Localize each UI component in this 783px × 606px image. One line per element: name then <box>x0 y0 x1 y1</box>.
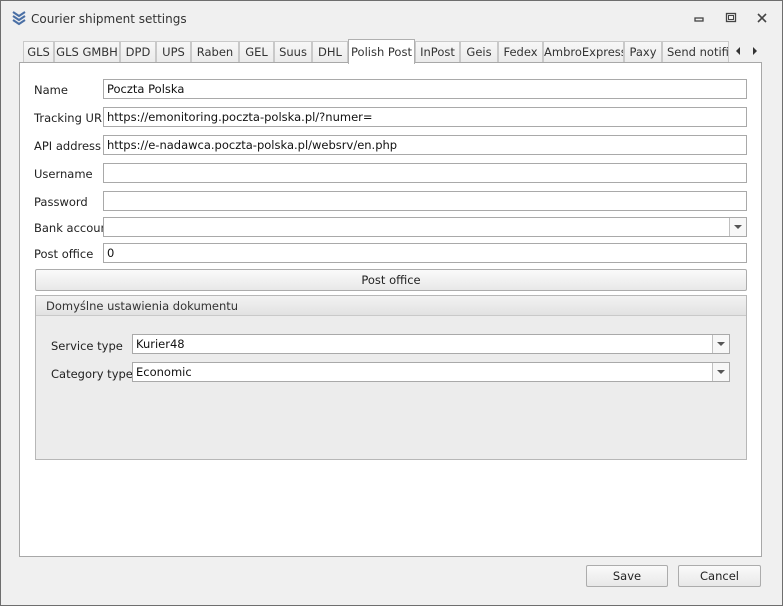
close-icon[interactable] <box>754 10 770 26</box>
tab-suus[interactable]: Suus <box>274 41 312 62</box>
tab-raben[interactable]: Raben <box>191 41 239 62</box>
chevron-down-icon[interactable] <box>729 218 746 236</box>
courier-tabstrip: GLS GLS GMBH DPD UPS Raben GEL Suus DHL … <box>19 39 764 64</box>
title-bar: Courier shipment settings <box>1 1 782 35</box>
tab-gls-gmbh[interactable]: GLS GMBH <box>54 41 120 62</box>
username-label: Username <box>34 167 93 181</box>
group-header: Domyślne ustawienia dokumentu <box>36 296 746 316</box>
name-field[interactable]: Poczta Polska <box>103 79 747 99</box>
tracking-url-field[interactable]: https://emonitoring.poczta-polska.pl/?nu… <box>103 107 747 127</box>
app-logo-icon <box>11 10 27 26</box>
service-type-value: Kurier48 <box>136 337 185 351</box>
tab-dhl[interactable]: DHL <box>312 41 348 62</box>
cancel-button[interactable]: Cancel <box>678 565 761 587</box>
service-type-label: Service type <box>51 339 123 353</box>
password-field[interactable] <box>103 191 747 211</box>
service-type-dropdown[interactable]: Kurier48 <box>132 334 730 354</box>
tab-fedex[interactable]: Fedex <box>498 41 543 62</box>
tab-scroll-right-icon[interactable] <box>750 44 760 58</box>
tab-paxy[interactable]: Paxy <box>624 41 662 62</box>
tab-ambroexpress[interactable]: AmbroExpress <box>543 41 624 62</box>
name-label: Name <box>34 83 68 97</box>
api-address-label: API address <box>34 139 102 153</box>
api-address-field[interactable]: https://e-nadawca.poczta-polska.pl/websr… <box>103 135 747 155</box>
post-office-field[interactable]: 0 <box>103 243 747 263</box>
tab-scroll-left-icon[interactable] <box>733 44 743 58</box>
bank-account-dropdown[interactable] <box>103 217 747 237</box>
window-title: Courier shipment settings <box>31 12 187 26</box>
tab-ups[interactable]: UPS <box>156 41 191 62</box>
tab-content-panel: Name Poczta Polska Tracking URL https://… <box>19 62 762 557</box>
tab-polish-post[interactable]: Polish Post <box>348 39 415 64</box>
tab-geis[interactable]: Geis <box>460 41 498 62</box>
save-button[interactable]: Save <box>586 565 668 587</box>
tab-gls[interactable]: GLS <box>23 41 54 62</box>
post-office-label: Post office <box>34 247 94 261</box>
category-type-value: Economic <box>136 365 192 379</box>
tracking-url-label: Tracking URL <box>34 111 109 125</box>
password-label: Password <box>34 195 88 209</box>
username-field[interactable] <box>103 163 747 183</box>
tab-inpost[interactable]: InPost <box>415 41 460 62</box>
dialog-window: Courier shipment settings GLS GLS GMBH D… <box>0 0 783 606</box>
group-title: Domyślne ustawienia dokumentu <box>46 299 239 313</box>
tab-gel[interactable]: GEL <box>239 41 274 62</box>
category-type-dropdown[interactable]: Economic <box>132 362 730 382</box>
category-type-label: Category type <box>51 367 133 381</box>
chevron-down-icon[interactable] <box>712 335 729 353</box>
tab-send-notifications[interactable]: Send notifi <box>662 41 729 62</box>
chevron-down-icon[interactable] <box>712 363 729 381</box>
tab-dpd[interactable]: DPD <box>120 41 156 62</box>
default-document-settings-group: Domyślne ustawienia dokumentu Service ty… <box>35 295 747 460</box>
bank-account-label: Bank account <box>34 221 113 235</box>
post-office-button[interactable]: Post office <box>35 269 747 291</box>
maximize-icon[interactable] <box>723 10 739 26</box>
minimize-icon[interactable] <box>691 10 707 26</box>
